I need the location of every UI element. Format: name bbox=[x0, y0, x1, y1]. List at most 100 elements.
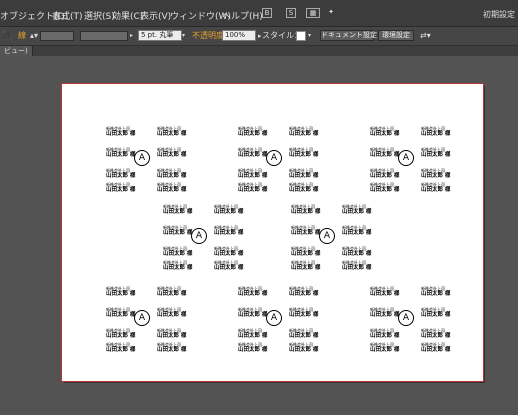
address-label[interactable]: 新株会社上司 山田太郎 様 bbox=[291, 225, 320, 237]
address-label[interactable]: 新株会社上司 山田太郎 様 bbox=[291, 260, 320, 272]
address-label[interactable]: 新株会社上司 山田太郎 様 bbox=[421, 168, 450, 180]
style-dropdown-icon[interactable]: ▾ bbox=[308, 30, 311, 42]
address-label[interactable]: 新株会社上司 山田太郎 様 bbox=[157, 328, 186, 340]
address-label[interactable]: 新株会社上司 山田太郎 様 bbox=[421, 286, 450, 298]
address-label[interactable]: 新株会社上司 山田太郎 様 bbox=[370, 126, 399, 138]
variable-width-dropdown[interactable] bbox=[80, 31, 128, 41]
address-label[interactable]: 新株会社上司 山田太郎 様 bbox=[370, 342, 399, 354]
menu-select[interactable]: 選択(S) bbox=[84, 9, 115, 22]
label-group[interactable]: 新株会社上司 山田太郎 様新株会社上司 山田太郎 様新株会社上司 山田太郎 様新株会社… bbox=[238, 126, 318, 194]
address-label[interactable]: 新株会社上司 山田太郎 様 bbox=[421, 328, 450, 340]
circled-a-mark[interactable]: A bbox=[134, 150, 150, 166]
address-label[interactable]: 新株会社上司 山田太郎 様 bbox=[163, 204, 192, 216]
address-label[interactable]: 新株会社上司 山田太郎 様 bbox=[238, 307, 267, 319]
address-label[interactable]: 新株会社上司 山田太郎 様 bbox=[421, 182, 450, 194]
menu-help[interactable]: ヘルプ(H) bbox=[222, 9, 263, 22]
address-label[interactable]: 新株会社上司 山田太郎 様 bbox=[289, 342, 318, 354]
address-label[interactable]: 新株会社上司 山田太郎 様 bbox=[214, 225, 243, 237]
document-tab[interactable]: ビュー) bbox=[0, 46, 33, 56]
address-label[interactable]: 新株会社上司 山田太郎 様 bbox=[342, 225, 371, 237]
circled-a-mark[interactable]: A bbox=[134, 310, 150, 326]
address-label[interactable]: 新株会社上司 山田太郎 様 bbox=[289, 286, 318, 298]
address-label[interactable]: 新株会社上司 山田太郎 様 bbox=[214, 260, 243, 272]
address-label[interactable]: 新株会社上司 山田太郎 様 bbox=[342, 260, 371, 272]
address-label[interactable]: 新株会社上司 山田太郎 様 bbox=[163, 246, 192, 258]
address-label[interactable]: 新株会社上司 山田太郎 様 bbox=[214, 204, 243, 216]
brush-definition-field[interactable]: 5 pt. 丸筆 bbox=[138, 30, 182, 41]
address-label[interactable]: 新株会社上司 山田太郎 様 bbox=[370, 147, 399, 159]
address-label[interactable]: 新株会社上司 山田太郎 様 bbox=[421, 307, 450, 319]
address-label[interactable]: 新株会社上司 山田太郎 様 bbox=[163, 225, 192, 237]
stroke-stepper-icon[interactable]: ▴▾ bbox=[30, 30, 38, 42]
address-label[interactable]: 新株会社上司 山田太郎 様 bbox=[238, 168, 267, 180]
address-label[interactable]: 新株会社上司 山田太郎 様 bbox=[289, 328, 318, 340]
arrange-icon[interactable]: ▦ bbox=[306, 8, 320, 18]
address-label[interactable]: 新株会社上司 山田太郎 様 bbox=[106, 147, 135, 159]
address-label[interactable]: 新株会社上司 山田太郎 様 bbox=[157, 182, 186, 194]
address-label[interactable]: 新株会社上司 山田太郎 様 bbox=[289, 307, 318, 319]
menu-view[interactable]: 表示(V) bbox=[140, 9, 171, 22]
brush-dropdown-icon[interactable]: ▾ bbox=[182, 30, 185, 42]
bridge-icon[interactable]: B bbox=[262, 8, 272, 18]
address-label[interactable]: 新株会社上司 山田太郎 様 bbox=[106, 182, 135, 194]
opacity-arrow-icon[interactable]: ▸ bbox=[258, 30, 262, 42]
opacity-label[interactable]: 不透明度 bbox=[192, 30, 224, 42]
menu-type[interactable]: 書式(T) bbox=[52, 9, 83, 22]
circled-a-mark[interactable]: A bbox=[191, 228, 207, 244]
address-label[interactable]: 新株会社上司 山田太郎 様 bbox=[238, 286, 267, 298]
address-label[interactable]: 新株会社上司 山田太郎 様 bbox=[370, 328, 399, 340]
circled-a-mark[interactable]: A bbox=[319, 228, 335, 244]
address-label[interactable]: 新株会社上司 山田太郎 様 bbox=[421, 147, 450, 159]
fill-swatch-icon[interactable]: ⬛ bbox=[2, 30, 12, 42]
address-label[interactable]: 新株会社上司 山田太郎 様 bbox=[289, 168, 318, 180]
address-label[interactable]: 新株会社上司 山田太郎 様 bbox=[106, 307, 135, 319]
opacity-input[interactable]: 100% bbox=[222, 30, 256, 41]
address-label[interactable]: 新株会社上司 山田太郎 様 bbox=[238, 342, 267, 354]
address-label[interactable]: 新株会社上司 山田太郎 様 bbox=[238, 126, 267, 138]
menu-effect[interactable]: 効果(C) bbox=[112, 9, 143, 22]
address-label[interactable]: 新株会社上司 山田太郎 様 bbox=[157, 286, 186, 298]
address-label[interactable]: 新株会社上司 山田太郎 様 bbox=[157, 147, 186, 159]
label-group[interactable]: 新株会社上司 山田太郎 様新株会社上司 山田太郎 様新株会社上司 山田太郎 様新株会社… bbox=[291, 204, 371, 272]
address-label[interactable]: 新株会社上司 山田太郎 様 bbox=[238, 147, 267, 159]
address-label[interactable]: 新株会社上司 山田太郎 様 bbox=[370, 168, 399, 180]
label-group[interactable]: 新株会社上司 山田太郎 様新株会社上司 山田太郎 様新株会社上司 山田太郎 様新株会社… bbox=[370, 126, 450, 194]
address-label[interactable]: 新株会社上司 山田太郎 様 bbox=[238, 182, 267, 194]
address-label[interactable]: 新株会社上司 山田太郎 様 bbox=[106, 286, 135, 298]
circled-a-mark[interactable]: A bbox=[398, 310, 414, 326]
artboard[interactable]: 新株会社上司 山田太郎 様新株会社上司 山田太郎 様新株会社上司 山田太郎 様新株会社… bbox=[61, 83, 484, 382]
preferences-button[interactable]: 環境設定 bbox=[378, 30, 414, 41]
label-group[interactable]: 新株会社上司 山田太郎 様新株会社上司 山田太郎 様新株会社上司 山田太郎 様新株会社… bbox=[370, 286, 450, 354]
circled-a-mark[interactable]: A bbox=[266, 150, 282, 166]
address-label[interactable]: 新株会社上司 山田太郎 様 bbox=[291, 204, 320, 216]
address-label[interactable]: 新株会社上司 山田太郎 様 bbox=[214, 246, 243, 258]
address-label[interactable]: 新株会社上司 山田太郎 様 bbox=[370, 307, 399, 319]
label-group[interactable]: 新株会社上司 山田太郎 様新株会社上司 山田太郎 様新株会社上司 山田太郎 様新株会社… bbox=[106, 286, 186, 354]
workspace-switcher[interactable]: 初期設定 bbox=[483, 9, 515, 20]
label-group[interactable]: 新株会社上司 山田太郎 様新株会社上司 山田太郎 様新株会社上司 山田太郎 様新株会社… bbox=[106, 126, 186, 194]
address-label[interactable]: 新株会社上司 山田太郎 様 bbox=[370, 286, 399, 298]
address-label[interactable]: 新株会社上司 山田太郎 様 bbox=[421, 126, 450, 138]
address-label[interactable]: 新株会社上司 山田太郎 様 bbox=[238, 328, 267, 340]
address-label[interactable]: 新株会社上司 山田太郎 様 bbox=[289, 126, 318, 138]
address-label[interactable]: 新株会社上司 山田太郎 様 bbox=[342, 204, 371, 216]
address-label[interactable]: 新株会社上司 山田太郎 様 bbox=[370, 182, 399, 194]
address-label[interactable]: 新株会社上司 山田太郎 様 bbox=[157, 168, 186, 180]
address-label[interactable]: 新株会社上司 山田太郎 様 bbox=[289, 147, 318, 159]
address-label[interactable]: 新株会社上司 山田太郎 様 bbox=[106, 328, 135, 340]
address-label[interactable]: 新株会社上司 山田太郎 様 bbox=[421, 342, 450, 354]
address-label[interactable]: 新株会社上司 山田太郎 様 bbox=[342, 246, 371, 258]
address-label[interactable]: 新株会社上司 山田太郎 様 bbox=[163, 260, 192, 272]
address-label[interactable]: 新株会社上司 山田太郎 様 bbox=[291, 246, 320, 258]
graphic-style-swatch[interactable] bbox=[296, 31, 306, 41]
stroke-weight-dropdown[interactable] bbox=[40, 31, 74, 41]
address-label[interactable]: 新株会社上司 山田太郎 様 bbox=[157, 342, 186, 354]
document-settings-button[interactable]: ドキュメント設定 bbox=[320, 30, 377, 41]
circled-a-mark[interactable]: A bbox=[398, 150, 414, 166]
address-label[interactable]: 新株会社上司 山田太郎 様 bbox=[157, 126, 186, 138]
address-label[interactable]: 新株会社上司 山田太郎 様 bbox=[106, 342, 135, 354]
circled-a-mark[interactable]: A bbox=[266, 310, 282, 326]
address-label[interactable]: 新株会社上司 山田太郎 様 bbox=[106, 126, 135, 138]
address-label[interactable]: 新株会社上司 山田太郎 様 bbox=[157, 307, 186, 319]
stock-icon[interactable]: S bbox=[286, 8, 296, 18]
